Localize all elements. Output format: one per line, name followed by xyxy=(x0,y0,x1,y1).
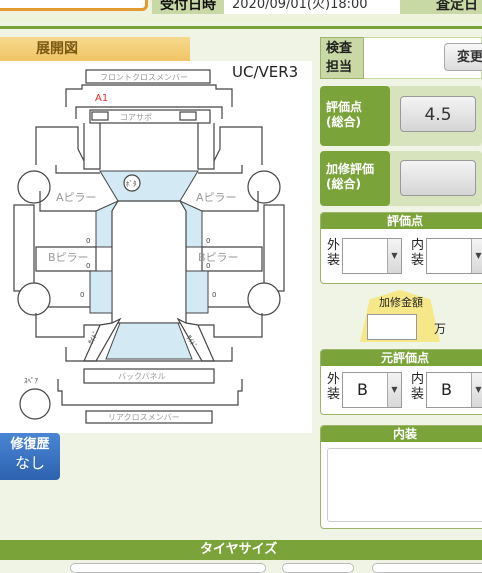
inspector-label-line2: 担当 xyxy=(326,60,353,75)
label-spare: ｽﾍﾟｱ xyxy=(24,377,38,385)
repair-cost-label: 加修金額 xyxy=(379,296,423,309)
score-exterior-label: 外 装 xyxy=(327,238,340,268)
marker-0-right-front: 0 xyxy=(206,237,210,245)
right-rear-wheel[interactable] xyxy=(247,282,281,316)
original-exterior-select[interactable]: B ▼ xyxy=(342,372,402,408)
header-orange-box[interactable] xyxy=(0,0,148,11)
marker-0-left-front: 0 xyxy=(86,237,90,245)
label-front-cross-member: フロントクロスメンバー xyxy=(100,73,188,82)
repair-history-value: なし xyxy=(14,454,45,472)
overall-score-label-line2: (総合) xyxy=(326,115,361,129)
original-score-title: 元評価点 xyxy=(321,350,482,366)
mark-a1[interactable]: A1 xyxy=(95,93,108,104)
part-left-rear-door-glass[interactable] xyxy=(89,270,113,314)
marker-0-right-rear: 0 xyxy=(212,291,216,299)
label-core-support: コアサポ xyxy=(120,113,152,122)
tire-size-field-3[interactable] xyxy=(372,563,482,573)
left-rear-wheel[interactable] xyxy=(17,282,51,316)
diagram-version: UC/VER3 xyxy=(232,63,299,81)
original-exterior-value: B xyxy=(357,380,368,399)
original-exterior-line1: 外 xyxy=(327,372,341,387)
part-left-front-fender[interactable] xyxy=(35,126,85,165)
score-exterior-line1: 外 xyxy=(327,238,341,253)
part-roof[interactable] xyxy=(111,200,187,324)
part-right-side-sill[interactable] xyxy=(263,204,285,292)
part-right-front-fender[interactable] xyxy=(213,126,263,165)
tire-size-field-2[interactable] xyxy=(282,563,354,573)
received-value: 2020/09/01(火)18:00 xyxy=(224,0,400,14)
right-front-wheel[interactable] xyxy=(247,170,281,204)
score-detail-title: 評価点 xyxy=(321,213,482,229)
score-exterior-select[interactable]: ▼ xyxy=(342,238,402,274)
spare-tire[interactable] xyxy=(19,388,51,420)
change-inspector-button[interactable]: 変更 xyxy=(444,43,482,71)
chevron-down-icon[interactable]: ▼ xyxy=(471,373,482,407)
repair-history-button[interactable]: 修復歴 なし xyxy=(0,433,60,480)
part-left-rear-fender[interactable] xyxy=(35,313,100,338)
diagram-tab[interactable]: 展開図 xyxy=(0,37,190,61)
inspector-label-line1: 検査 xyxy=(326,41,353,56)
part-rear-glass[interactable] xyxy=(105,322,193,360)
label-right-b-pillar: Bピラー xyxy=(198,251,239,264)
original-exterior-line2: 装 xyxy=(327,387,341,402)
overall-score-label: 評価点 (総合) xyxy=(320,86,390,146)
label-left-b-pillar: Bピラー xyxy=(48,251,89,264)
score-interior-line1: 内 xyxy=(411,238,425,253)
label-back-panel: バックパネル xyxy=(118,372,166,381)
header-divider xyxy=(0,26,482,29)
part-left-inner-panel[interactable] xyxy=(83,123,101,170)
car-diagram-svg[interactable]: フロントクロスメンバー A1 コアサポ ﾎﾞﾀ Aピラー Aピラー Bピラー B… xyxy=(0,61,312,433)
original-interior-line1: 内 xyxy=(411,372,425,387)
original-interior-label: 内 装 xyxy=(411,372,424,402)
inspector-label: 検査 担当 xyxy=(320,37,364,79)
label-right-a-pillar: Aピラー xyxy=(196,191,237,204)
marker-0-left-b: 0 xyxy=(86,262,90,270)
part-right-rear-door-glass[interactable] xyxy=(185,270,209,314)
repair-history-label: 修復歴 xyxy=(10,437,50,452)
car-diagram[interactable]: フロントクロスメンバー A1 コアサポ ﾎﾞﾀ Aピラー Aピラー Bピラー B… xyxy=(0,61,312,433)
part-front-roof-panel[interactable] xyxy=(99,170,199,202)
received-label: 受付日時 xyxy=(152,0,224,14)
score-interior-line2: 装 xyxy=(411,253,425,268)
score-interior-select[interactable]: ▼ xyxy=(426,238,482,274)
tire-size-header: タイヤサイズ xyxy=(0,540,482,560)
repair-cost-input[interactable] xyxy=(367,314,417,340)
repair-score-value[interactable] xyxy=(400,160,476,196)
part-front-bumper[interactable] xyxy=(65,84,233,107)
original-interior-value: B xyxy=(441,380,452,399)
inspection-label: 査定日 xyxy=(400,0,482,14)
label-left-a-pillar: Aピラー xyxy=(56,191,97,204)
original-interior-line2: 装 xyxy=(411,387,425,402)
chevron-down-icon[interactable]: ▼ xyxy=(387,373,401,407)
original-exterior-label: 外 装 xyxy=(327,372,340,402)
score-interior-label: 内 装 xyxy=(411,238,424,268)
repair-score-label-line1: 加修評価 xyxy=(326,162,375,176)
interior-notes-textarea[interactable] xyxy=(327,448,482,522)
score-exterior-line2: 装 xyxy=(327,253,341,268)
chevron-down-icon[interactable]: ▼ xyxy=(387,239,401,273)
label-rear-cross-member: リアクロスメンバー xyxy=(108,413,180,422)
marker-0-left-rear: 0 xyxy=(80,291,84,299)
marker-0-right-b: 0 xyxy=(206,262,210,270)
part-right-inner-panel[interactable] xyxy=(197,123,215,170)
repair-score-label-line2: (総合) xyxy=(326,177,361,191)
overall-score-value[interactable]: 4.5 xyxy=(400,96,476,132)
overall-score-label-line1: 評価点 xyxy=(326,100,363,114)
left-front-wheel[interactable] xyxy=(17,170,51,204)
repair-cost-unit: 万 xyxy=(434,322,447,336)
repair-score-label: 加修評価 (総合) xyxy=(320,151,390,206)
chevron-down-icon[interactable]: ▼ xyxy=(471,239,482,273)
part-right-rear-fender[interactable] xyxy=(198,313,263,338)
interior-title: 内装 xyxy=(321,426,482,442)
original-interior-select[interactable]: B ▼ xyxy=(426,372,482,408)
mark-bota-label: ﾎﾞﾀ xyxy=(126,180,137,188)
part-left-side-sill[interactable] xyxy=(13,204,35,292)
tire-size-field[interactable] xyxy=(70,563,266,573)
